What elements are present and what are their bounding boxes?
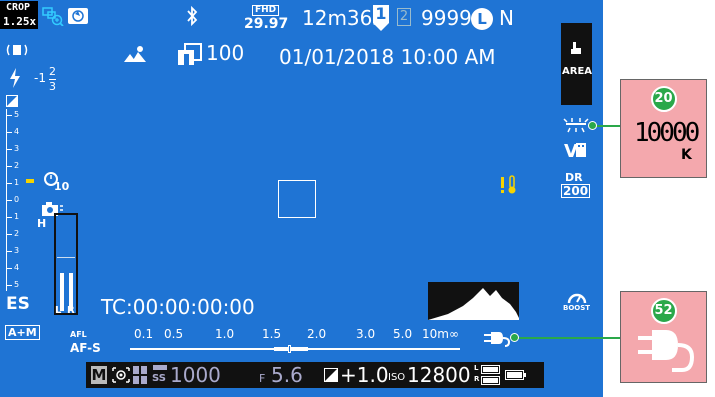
distance-scale: 0.1 0.5 1.0 1.5 2.0 3.0 5.0 10m∞ [130, 328, 470, 354]
scale-label: 2 [14, 229, 20, 238]
focus-distance-marker [288, 345, 291, 353]
hand-icon [571, 42, 581, 54]
wb-callout-number: 20 [650, 86, 677, 112]
af-area-label: AREA [562, 66, 593, 77]
exposure-info-bar: M SS 1000 F 5.6 +1.0 ISO 12800 L R [86, 362, 544, 388]
af-area-badge: AREA [561, 23, 592, 105]
movie-format-badge: FHD 29.97 [243, 5, 293, 35]
power-plug-icon [638, 330, 695, 372]
shutter-effect-icon [68, 8, 88, 24]
crop-badge: CROP 1.25x [0, 1, 38, 29]
distance-label: 1.5 [262, 327, 282, 341]
power-callout-dot [510, 333, 519, 342]
distance-label: 0.1 [134, 327, 154, 341]
wb-kelvin-value: 10000 [634, 118, 700, 148]
scale-label: 4 [14, 263, 20, 272]
power-supply-icon [483, 330, 513, 352]
flash-frac-den: 3 [49, 80, 56, 93]
crop-factor: 1.25x [3, 15, 37, 28]
audio-l-label: L [55, 305, 62, 316]
shutter-speed-icon [153, 365, 167, 370]
ss-prefix: SS [152, 373, 166, 384]
self-timer-value: 10 [54, 180, 70, 193]
exposure-comp-icon [6, 95, 18, 107]
shutter-speed: 1000 [170, 363, 221, 387]
copy-icon [176, 42, 206, 70]
bluetooth-icon [185, 5, 199, 31]
copies-count: 100 [206, 41, 245, 65]
fhd-label: FHD [252, 5, 280, 16]
image-quality: N [499, 6, 514, 30]
scale-label: 3 [14, 246, 20, 255]
dynamic-range-value: 200 [561, 184, 591, 198]
stabilizer-icon [6, 41, 28, 63]
wb-callout: 20 10000 K [620, 79, 707, 178]
depth-of-field-indicator [274, 347, 308, 351]
wb-callout-dot [588, 121, 597, 130]
film-simulation-icon: V [564, 143, 588, 163]
metering-icon [112, 367, 130, 383]
histogram [428, 282, 519, 320]
exposure-scale: 5 4 3 2 1 0 1 2 3 4 5 [6, 95, 34, 293]
focus-zoom-icon [42, 6, 64, 30]
af-mode: AF-S [70, 341, 101, 355]
battery-l-label: L [474, 364, 479, 372]
flash-compensation: -1 [34, 71, 46, 85]
boost-label: BOOST [563, 304, 591, 312]
card-slot-2-icon: 2 [397, 8, 411, 26]
flash-icon [9, 68, 21, 92]
distance-label: 10m∞ [422, 327, 459, 341]
iso-value: 12800 [407, 363, 471, 387]
exposure-comp-bottom-icon [324, 368, 338, 382]
image-size-badge: L [471, 8, 493, 30]
date-time: 01/01/2018 10:00 AM [279, 45, 496, 69]
frames-remaining: 9999 [421, 6, 472, 30]
exposure-indicator [26, 179, 34, 183]
distance-label: 5.0 [393, 327, 413, 341]
recording-time: 12m36s [302, 6, 383, 30]
distance-label: 2.0 [307, 327, 327, 341]
scale-label: 1 [14, 178, 20, 187]
aperture: 5.6 [271, 363, 303, 387]
afl-label: AFL [70, 330, 87, 339]
aperture-prefix: F [259, 372, 266, 385]
location-data-icon [122, 44, 148, 68]
iso-prefix: ISO [388, 372, 406, 383]
timecode: TC:00:00:00:00 [101, 295, 255, 319]
focus-frame [278, 180, 316, 218]
power-callout-number: 52 [650, 298, 677, 324]
wb-kelvin-unit: K [681, 147, 692, 163]
audio-peak-line [57, 257, 75, 258]
scale-label: 5 [14, 280, 20, 289]
ibis-mode: H [37, 217, 47, 230]
power-callout: 52 [620, 291, 707, 383]
temperature-warning-icon [500, 175, 520, 199]
distance-label: 1.0 [215, 327, 235, 341]
scale-label: 1 [14, 212, 20, 221]
exposure-comp-value: +1.0 [340, 363, 389, 387]
scale-label: 0 [14, 195, 20, 204]
focus-mode-badge: A+M [5, 325, 40, 340]
scale-label: 4 [14, 127, 20, 136]
ael-icon [133, 366, 147, 384]
distance-label: 3.0 [356, 327, 376, 341]
card-slot-1-icon: 1 [373, 5, 389, 31]
crop-label: CROP [6, 2, 31, 13]
scale-label: 3 [14, 144, 20, 153]
flash-frac-num: 2 [49, 65, 56, 78]
slot-1-label: 1 [373, 5, 389, 23]
frame-rate: 29.97 [244, 16, 289, 32]
audio-level-meter [54, 213, 78, 315]
exposure-mode-badge: M [91, 366, 107, 384]
scale-label: 5 [14, 110, 20, 119]
shutter-type: ES [6, 294, 30, 314]
audio-r-label: R [67, 305, 75, 316]
battery-r-label: R [474, 375, 480, 383]
scale-label: 2 [14, 161, 20, 170]
battery-icon [481, 365, 526, 385]
power-callout-line [512, 337, 620, 339]
distance-label: 0.5 [164, 327, 184, 341]
white-balance-icon [562, 118, 590, 138]
dynamic-range-label: DR [565, 171, 583, 184]
